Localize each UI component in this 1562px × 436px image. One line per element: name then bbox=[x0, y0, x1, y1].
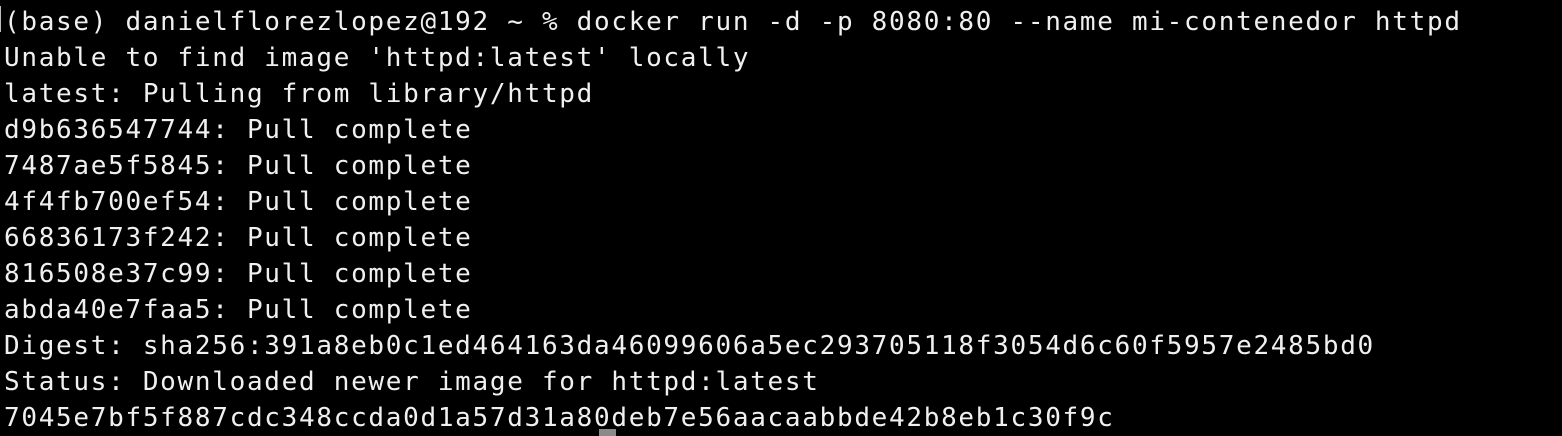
text-cursor bbox=[599, 429, 616, 436]
output-line-layer-1: d9b636547744: Pull complete bbox=[4, 115, 473, 145]
selection-edge-marker bbox=[0, 6, 1, 32]
output-line-layer-5: 816508e37c99: Pull complete bbox=[4, 259, 473, 289]
output-line-layer-6: abda40e7faa5: Pull complete bbox=[4, 295, 473, 325]
output-line-image-not-found: Unable to find image 'httpd:latest' loca… bbox=[4, 43, 751, 73]
output-line-pulling: latest: Pulling from library/httpd bbox=[4, 79, 595, 109]
output-line-layer-4: 66836173f242: Pull complete bbox=[4, 223, 473, 253]
output-line-digest: Digest: sha256:391a8eb0c1ed464163da46099… bbox=[4, 331, 1375, 361]
output-line-container-id: 7045e7bf5f887cdc348ccda0d1a57d31a80deb7e… bbox=[4, 403, 1115, 433]
prompt-command-line: (base) danielflorezlopez@192 ~ % docker … bbox=[4, 7, 1462, 37]
output-line-status: Status: Downloaded newer image for httpd… bbox=[4, 367, 820, 397]
terminal-window[interactable]: (base) danielflorezlopez@192 ~ % docker … bbox=[0, 0, 1562, 436]
output-line-layer-3: 4f4fb700ef54: Pull complete bbox=[4, 187, 473, 217]
output-line-layer-2: 7487ae5f5845: Pull complete bbox=[4, 151, 473, 181]
